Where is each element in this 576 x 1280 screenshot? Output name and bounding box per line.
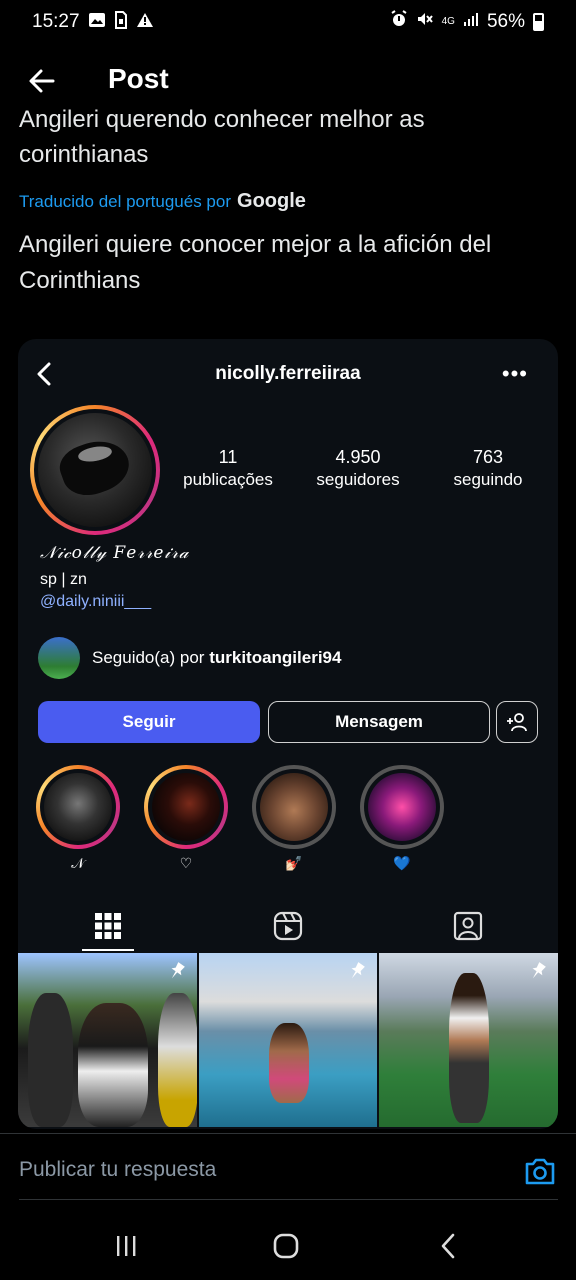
translated-text: Angileri quiere conocer mejor a la afici…: [19, 231, 492, 294]
ig-bio-line: sp | zn: [40, 571, 87, 588]
ig-highlights: 𝒩 ♡ 💅🏻 💙: [36, 765, 536, 875]
recent-apps-icon[interactable]: [106, 1230, 146, 1262]
battery-icon: [533, 13, 544, 31]
top-app-bar: Post: [0, 55, 576, 105]
ig-post-thumbnail: [198, 953, 378, 1127]
ig-stat-posts: 11 publicações: [183, 447, 273, 489]
ig-header: nicolly.ferreiiraa •••: [18, 349, 558, 399]
ig-stat-followers: 4.950 seguidores: [316, 447, 400, 489]
ig-follower-avatar: [38, 637, 80, 679]
nav-back-icon[interactable]: [428, 1230, 468, 1262]
ig-highlight: 💅🏻: [252, 765, 336, 872]
ig-tagged-icon: [378, 899, 558, 953]
ig-followed-prefix: Seguido(a) por: [92, 648, 205, 667]
page-title: Post: [108, 63, 169, 94]
sim-icon: [114, 10, 128, 34]
battery-level: 56%: [486, 11, 525, 32]
reply-underline: [19, 1199, 558, 1200]
ig-followed-by: Seguido(a) por turkitoangileri94: [38, 637, 341, 679]
home-icon[interactable]: [266, 1230, 306, 1262]
ig-highlight: ♡: [144, 765, 228, 872]
ig-active-tab-indicator: [82, 949, 134, 951]
alarm-icon: [390, 10, 408, 34]
ig-highlight: 💙: [360, 765, 444, 872]
ig-username: nicolly.ferreiiraa: [215, 363, 361, 384]
pin-icon: [347, 961, 367, 981]
ig-tabs: [18, 899, 558, 953]
reply-divider: [0, 1133, 576, 1134]
back-arrow-icon[interactable]: [26, 65, 58, 97]
pin-icon: [167, 961, 187, 981]
translated-by-label[interactable]: Traducido del portugués por: [19, 192, 231, 212]
network-type: 4G: [441, 16, 455, 27]
ig-stat-following: 763 seguindo: [453, 447, 523, 489]
warning-icon: [136, 12, 154, 33]
status-time: 15:27: [32, 11, 80, 32]
ig-bio-link: @daily.niniii___: [40, 593, 152, 610]
ig-bio: 𝒩𝒾𝒸𝑜𝓁𝓁𝓎 𝐹𝑒𝓇𝓇𝑒𝒾𝓇𝒶 sp | zn @daily.niniii__…: [40, 543, 189, 611]
ig-posts-grid: [18, 953, 558, 1127]
post-image[interactable]: nicolly.ferreiiraa ••• 11 publicações 4.…: [18, 339, 558, 1129]
ig-display-name: 𝒩𝒾𝒸𝑜𝓁𝓁𝓎 𝐹𝑒𝓇𝓇𝑒𝒾𝓇𝒶: [40, 543, 190, 563]
google-logo: Google: [237, 190, 306, 212]
translation-attribution: Traducido del portugués por Google: [19, 190, 559, 213]
ig-post-thumbnail: [18, 953, 197, 1127]
system-nav-bar: [0, 1210, 576, 1280]
ig-profile-avatar: [30, 405, 160, 535]
post-content: Angileri querendo conhecer melhor as cor…: [19, 106, 559, 299]
mute-icon: [416, 10, 434, 34]
ig-more-icon: •••: [501, 361, 528, 386]
original-text: Angileri querendo conhecer melhor as cor…: [19, 106, 425, 168]
ig-follow-button: Seguir: [38, 701, 260, 743]
ig-highlight: 𝒩: [36, 765, 120, 872]
ig-add-user-icon: [496, 701, 538, 743]
ig-reels-icon: [198, 899, 378, 953]
ig-post-thumbnail: [379, 953, 558, 1127]
ig-followed-user: turkitoangileri94: [209, 648, 342, 667]
ig-grid-icon: [18, 899, 198, 953]
image-icon: [88, 12, 106, 33]
signal-icon: [463, 11, 479, 33]
pin-icon: [528, 961, 548, 981]
ig-stats: 11 publicações 4.950 seguidores 763 segu…: [163, 447, 553, 490]
camera-icon[interactable]: [524, 1156, 556, 1186]
ig-message-button: Mensagem: [268, 701, 490, 743]
reply-input[interactable]: Publicar tu respuesta: [19, 1158, 216, 1182]
status-bar: 15:27 4G 56%: [0, 0, 576, 44]
ig-action-buttons: Seguir Mensagem: [38, 701, 538, 745]
